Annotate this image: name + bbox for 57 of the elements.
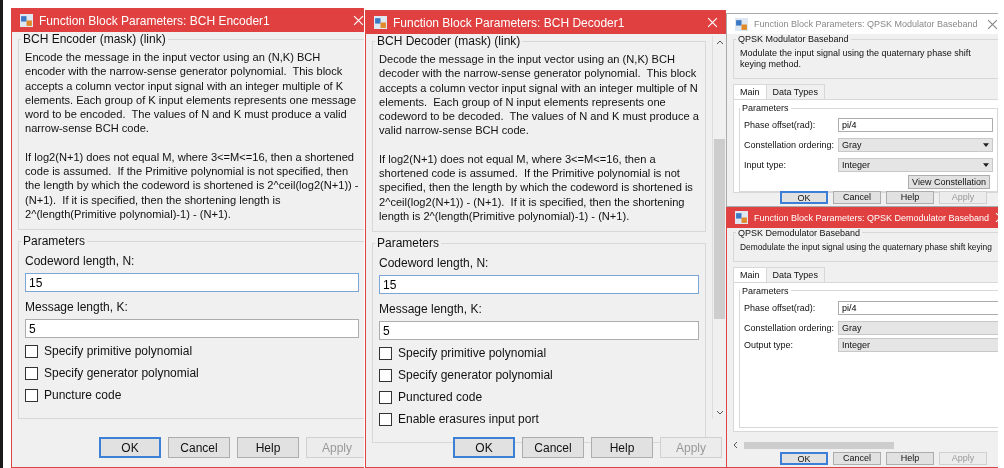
text-field[interactable]: pi/4 bbox=[838, 300, 998, 315]
group-title: Parameters bbox=[376, 236, 441, 251]
text-field[interactable]: 15 bbox=[25, 273, 359, 293]
tab[interactable]: Main bbox=[733, 266, 767, 283]
field-label: Message length, K: bbox=[379, 302, 483, 317]
description-text: Demodulate the input signal using the quaternary phase shift keying bbox=[740, 241, 993, 253]
group-title: Parameters bbox=[22, 234, 87, 249]
group-title: Parameters bbox=[741, 285, 790, 296]
dialog-button[interactable]: Cancel bbox=[522, 437, 584, 458]
window-title: Function Block Parameters: QPSK Modulator Baseband bbox=[754, 19, 979, 29]
text-field[interactable]: pi/4 bbox=[838, 118, 993, 132]
dialog-button[interactable]: OK bbox=[453, 437, 515, 458]
checkbox-label: Enable erasures input port bbox=[398, 412, 539, 427]
group-title: QPSK Demodulator Baseband bbox=[737, 227, 862, 238]
dropdown[interactable]: Gray bbox=[838, 320, 998, 335]
dialog-button[interactable]: Help bbox=[591, 437, 653, 458]
field-label: Output type: bbox=[744, 339, 795, 350]
window-title: Function Block Parameters: BCH Encoder1 bbox=[39, 13, 271, 28]
group-title: BCH Encoder (mask) (link) bbox=[22, 32, 167, 46]
field-label: Phase offset(rad): bbox=[744, 120, 817, 130]
dialog-button[interactable]: Cancel bbox=[168, 437, 230, 458]
text-field[interactable]: 15 bbox=[379, 275, 699, 295]
window-title: Function Block Parameters: BCH Decoder1 bbox=[393, 15, 626, 30]
field-label: Phase offset(rad): bbox=[744, 302, 817, 313]
dialog-button[interactable]: OK bbox=[780, 452, 828, 465]
text-field[interactable]: 5 bbox=[379, 321, 699, 341]
field-label: Message length, K: bbox=[25, 300, 129, 315]
dropdown[interactable]: Integer bbox=[838, 337, 998, 352]
field-label: Input type: bbox=[744, 160, 788, 170]
tab[interactable]: Data Types bbox=[765, 266, 825, 283]
checkbox-label: Specify generator polynomial bbox=[398, 368, 553, 383]
description-text: Modulate the input signal using the quaternary phase shift keying method. bbox=[740, 48, 972, 70]
dropdown[interactable]: Gray bbox=[838, 138, 993, 152]
field-label: Codeword length, N: bbox=[379, 256, 490, 271]
dropdown[interactable]: Integer bbox=[838, 158, 993, 172]
field-label: Constellation ordering: bbox=[744, 140, 836, 150]
text-field[interactable]: 5 bbox=[25, 319, 359, 339]
group-title: Parameters bbox=[741, 103, 790, 113]
checkbox-label: Specify primitive polynomial bbox=[44, 344, 193, 359]
field-label: Constellation ordering: bbox=[744, 322, 836, 333]
description-text: If log2(N+1) does not equal M, where 3<=M<=16, then a shortened code is assumed. If the Primitive polynomial is not specified, then the length by which the codeword is shortened is 2^ceil(log2(N+1)) - (N+1). If it is specified, then the shortening length is 2^(length(Primitive polynomial)-1) - (N+1). bbox=[379, 151, 694, 224]
view-constellation-button[interactable]: View Constellation bbox=[908, 175, 990, 189]
field-label: Codeword length, N: bbox=[25, 254, 136, 269]
description-text: Encode the message in the input vector using an (N,K) BCH encoder with the narrow-sense generator polynomial. This block accepts a column vector input signal with an integer multiple of K elements. Each group of K input elements represents one message word to be encoded. The values of N and K must produce a valid narrow-sense BCH code. bbox=[25, 50, 358, 136]
description-text: If log2(N+1) does not equal M, where 3<=M<=16, then a shortened code is assumed. If the Primitive polynomial is not specified, then the length by which the codeword is shortened is 2^ceil(log2(N+1)) - (N+1). If it is specified, then the shortening length is 2^(length(Primitive polynomial)-1) - (N+1). bbox=[25, 149, 359, 222]
dialog-button[interactable]: Help bbox=[237, 437, 299, 458]
description-text: Decode the message in the input vector using an (N,K) BCH decoder with the narrow-sense generator polynomial. This block accepts a column vector input signal with an integer multiple of N elements. Each group of N input elements represents one codeword to be decoded. The values of N and K must produce a valid narrow-sense BCH code. bbox=[379, 52, 699, 138]
dialog-button[interactable]: OK bbox=[99, 437, 161, 458]
dialog-button[interactable]: Help bbox=[886, 452, 934, 465]
window-title: Function Block Parameters: QPSK Demodulator Baseband bbox=[754, 212, 990, 223]
checkbox-label: Specify generator polynomial bbox=[44, 366, 199, 381]
group-title: BCH Decoder (mask) (link) bbox=[376, 34, 522, 48]
group-title: QPSK Modulator Baseband bbox=[737, 34, 850, 44]
checkbox-label: Punctured code bbox=[398, 390, 483, 405]
dialog-button[interactable]: Cancel bbox=[833, 452, 881, 465]
checkbox-label: Specify primitive polynomial bbox=[398, 346, 547, 361]
checkbox-label: Puncture code bbox=[44, 388, 122, 403]
